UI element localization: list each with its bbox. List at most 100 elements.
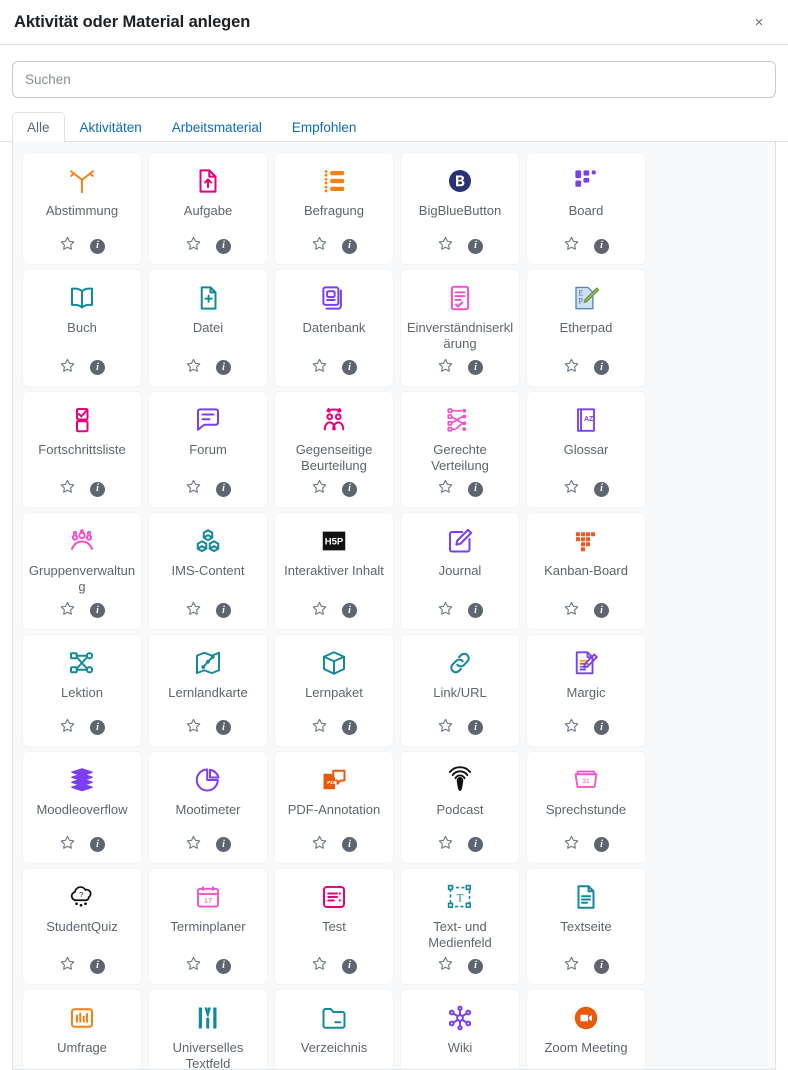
- favourite-star-icon[interactable]: [311, 717, 328, 739]
- activity-card[interactable]: 31 Sprechstunde i: [527, 751, 645, 863]
- activity-card[interactable]: Verzeichnisi: [275, 990, 393, 1069]
- info-icon[interactable]: i: [468, 481, 483, 497]
- favourite-star-icon[interactable]: [59, 478, 76, 500]
- close-icon[interactable]: ×: [746, 9, 772, 35]
- favourite-star-icon[interactable]: [185, 600, 202, 622]
- favourite-star-icon[interactable]: [185, 357, 202, 379]
- activity-card[interactable]: Abstimmung i: [23, 153, 141, 264]
- activity-card[interactable]: Journal i: [401, 513, 519, 629]
- info-icon[interactable]: i: [216, 958, 231, 974]
- info-icon[interactable]: i: [90, 360, 105, 375]
- favourite-star-icon[interactable]: [59, 834, 76, 856]
- info-icon[interactable]: i: [468, 837, 483, 852]
- favourite-star-icon[interactable]: [59, 955, 76, 977]
- activity-card[interactable]: IMS-Content i: [149, 513, 267, 629]
- favourite-star-icon[interactable]: [311, 955, 328, 977]
- activity-card[interactable]: Textseite i: [527, 868, 645, 984]
- activity-card[interactable]: Gruppenverwaltung i: [23, 513, 141, 629]
- info-icon[interactable]: i: [468, 360, 483, 375]
- activity-card[interactable]: Podcast i: [401, 751, 519, 863]
- info-icon[interactable]: i: [342, 958, 357, 974]
- favourite-star-icon[interactable]: [563, 600, 580, 622]
- activity-card[interactable]: Aufgabe i: [149, 153, 267, 264]
- info-icon[interactable]: i: [468, 720, 483, 735]
- favourite-star-icon[interactable]: [185, 478, 202, 500]
- favourite-star-icon[interactable]: [437, 955, 454, 977]
- info-icon[interactable]: i: [90, 720, 105, 735]
- info-icon[interactable]: i: [594, 481, 609, 497]
- favourite-star-icon[interactable]: [437, 717, 454, 739]
- activity-card[interactable]: Einverständniserklärung i: [401, 270, 519, 386]
- favourite-star-icon[interactable]: [185, 955, 202, 977]
- info-icon[interactable]: i: [342, 603, 357, 618]
- favourite-star-icon[interactable]: [563, 955, 580, 977]
- favourite-star-icon[interactable]: [437, 600, 454, 622]
- activity-card[interactable]: E P Etherpad i: [527, 270, 645, 386]
- favourite-star-icon[interactable]: [311, 357, 328, 379]
- info-icon[interactable]: i: [342, 720, 357, 735]
- info-icon[interactable]: i: [342, 238, 357, 254]
- activity-card[interactable]: Kanban-Board i: [527, 513, 645, 629]
- tab-alle[interactable]: Alle: [12, 112, 65, 142]
- activity-card[interactable]: T Text- und Medienfeld i: [401, 868, 519, 984]
- favourite-star-icon[interactable]: [59, 600, 76, 622]
- activity-card[interactable]: Umfragei: [23, 990, 141, 1069]
- favourite-star-icon[interactable]: [563, 357, 580, 379]
- info-icon[interactable]: i: [90, 837, 105, 852]
- favourite-star-icon[interactable]: [563, 717, 580, 739]
- favourite-star-icon[interactable]: [59, 717, 76, 739]
- activity-card[interactable]: 17 Terminplaner i: [149, 868, 267, 984]
- tab-empfohlen[interactable]: Empfohlen: [277, 112, 372, 142]
- info-icon[interactable]: i: [216, 360, 231, 375]
- activity-card[interactable]: ? StudentQuiz i: [23, 868, 141, 984]
- activity-card[interactable]: Lernlandkarte i: [149, 634, 267, 746]
- favourite-star-icon[interactable]: [311, 600, 328, 622]
- info-icon[interactable]: i: [342, 837, 357, 852]
- info-icon[interactable]: i: [468, 238, 483, 254]
- activity-card[interactable]: AZ Glossar i: [527, 391, 645, 507]
- search-input[interactable]: [12, 61, 776, 98]
- activity-card[interactable]: Margic i: [527, 634, 645, 746]
- favourite-star-icon[interactable]: [437, 834, 454, 856]
- activity-card[interactable]: Datei i: [149, 270, 267, 386]
- activity-card[interactable]: Mootimeter i: [149, 751, 267, 863]
- info-icon[interactable]: i: [90, 603, 105, 618]
- info-icon[interactable]: i: [594, 958, 609, 974]
- info-icon[interactable]: i: [90, 958, 105, 974]
- favourite-star-icon[interactable]: [59, 235, 76, 257]
- activity-card[interactable]: Forum i: [149, 391, 267, 507]
- info-icon[interactable]: i: [594, 360, 609, 375]
- activity-card[interactable]: Fortschrittsliste i: [23, 391, 141, 507]
- activity-card[interactable]: Gegenseitige Beurteilung i: [275, 391, 393, 507]
- activity-card[interactable]: PDF PDF-Annotation i: [275, 751, 393, 863]
- info-icon[interactable]: i: [594, 238, 609, 254]
- favourite-star-icon[interactable]: [563, 834, 580, 856]
- activity-card[interactable]: Befragung i: [275, 153, 393, 264]
- info-icon[interactable]: i: [90, 238, 105, 254]
- favourite-star-icon[interactable]: [185, 235, 202, 257]
- activity-card[interactable]: BigBlueButton i: [401, 153, 519, 264]
- info-icon[interactable]: i: [342, 481, 357, 497]
- activity-card[interactable]: Buch i: [23, 270, 141, 386]
- info-icon[interactable]: i: [468, 958, 483, 974]
- activity-card[interactable]: Moodleoverflow i: [23, 751, 141, 863]
- favourite-star-icon[interactable]: [563, 235, 580, 257]
- tab-aktivit-ten[interactable]: Aktivitäten: [65, 112, 157, 142]
- activity-card[interactable]: Board i: [527, 153, 645, 264]
- activity-card[interactable]: Datenbank i: [275, 270, 393, 386]
- info-icon[interactable]: i: [342, 360, 357, 375]
- info-icon[interactable]: i: [594, 837, 609, 852]
- favourite-star-icon[interactable]: [311, 235, 328, 257]
- activity-card[interactable]: Wikii: [401, 990, 519, 1069]
- favourite-star-icon[interactable]: [437, 357, 454, 379]
- info-icon[interactable]: i: [216, 238, 231, 254]
- favourite-star-icon[interactable]: [59, 357, 76, 379]
- info-icon[interactable]: i: [216, 837, 231, 852]
- info-icon[interactable]: i: [468, 603, 483, 618]
- activity-card[interactable]: Zoom Meetingi: [527, 990, 645, 1069]
- info-icon[interactable]: i: [90, 481, 105, 497]
- favourite-star-icon[interactable]: [437, 478, 454, 500]
- activity-card[interactable]: Lernpaket i: [275, 634, 393, 746]
- tab-arbeitsmaterial[interactable]: Arbeitsmaterial: [157, 112, 277, 142]
- activity-card[interactable]: Gerechte Verteilung i: [401, 391, 519, 507]
